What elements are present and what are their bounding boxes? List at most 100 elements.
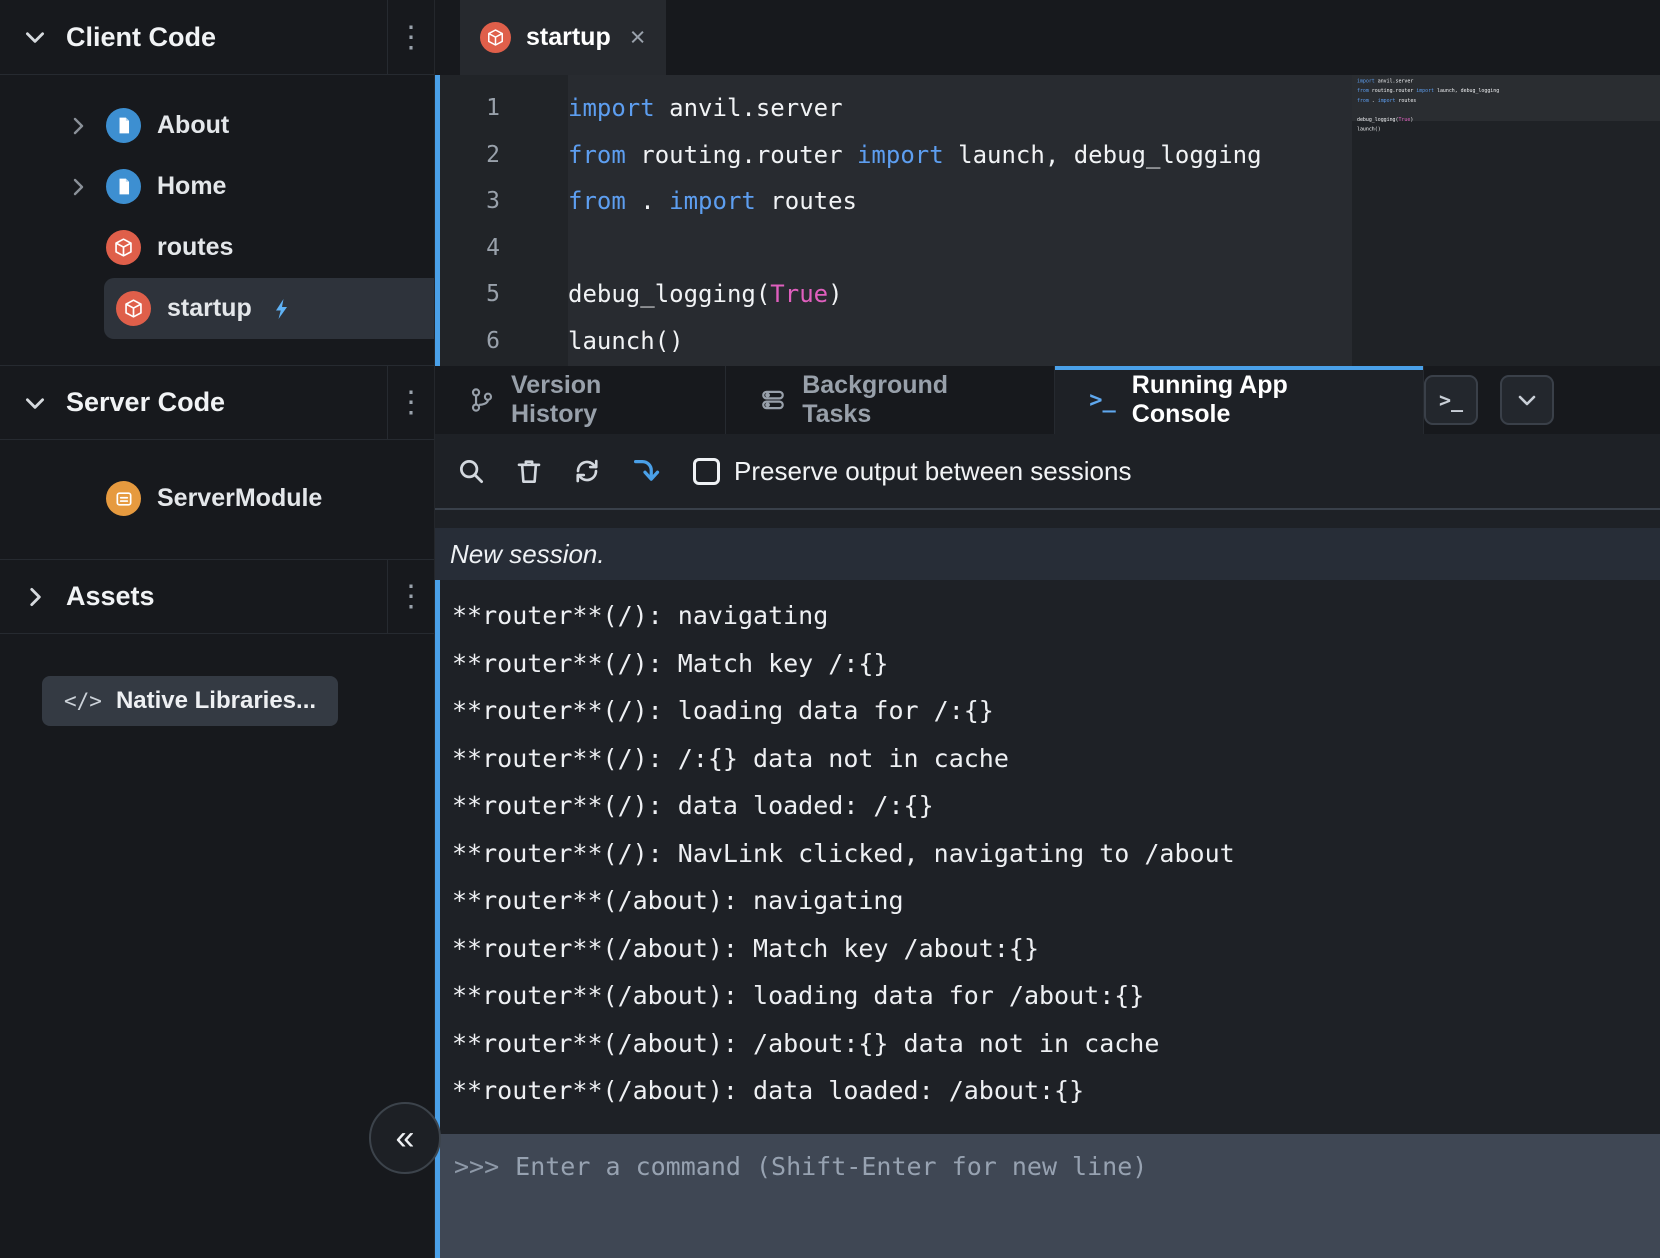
refresh-button[interactable] — [565, 449, 609, 493]
close-tab-icon[interactable]: × — [630, 24, 646, 51]
clear-output-button[interactable] — [507, 449, 551, 493]
bottom-panel-tabs: Version History Background Tasks >_ Runn… — [435, 366, 1660, 434]
anvil-ide: Client Code ⋮ About Home — [0, 0, 1660, 1258]
section-header-assets[interactable]: Assets ⋮ — [0, 559, 434, 634]
console-line: **router**(/about): data loaded: /about:… — [452, 1067, 1660, 1115]
sidebar: Client Code ⋮ About Home — [0, 0, 435, 1258]
console-line: **router**(/): navigating — [452, 592, 1660, 640]
form-icon — [106, 169, 141, 204]
console-line: **router**(/about): navigating — [452, 877, 1660, 925]
code-icon: </> — [64, 689, 102, 713]
native-libraries-button[interactable]: </> Native Libraries... — [42, 676, 338, 726]
line-number: 6 — [440, 328, 568, 354]
session-divider: New session. — [435, 528, 1660, 580]
minimap-line: launch() — [1357, 126, 1656, 136]
line-number: 1 — [440, 95, 568, 121]
form-icon — [106, 108, 141, 143]
chevron-right-icon[interactable] — [66, 175, 106, 199]
collapse-panel-button[interactable] — [1500, 375, 1554, 425]
tab-version-history[interactable]: Version History — [435, 366, 726, 434]
tree-item-label: routes — [157, 233, 233, 262]
line-number: 4 — [440, 235, 568, 261]
collapse-icon: « — [396, 1119, 415, 1158]
tab-label: Version History — [511, 371, 691, 429]
chevron-down-icon[interactable] — [22, 390, 48, 416]
chevron-down-icon — [1515, 388, 1539, 412]
command-input[interactable] — [515, 1147, 1660, 1187]
kebab-menu-icon[interactable]: ⋮ — [387, 366, 434, 439]
console-output[interactable]: **router**(/): navigating**router**(/): … — [435, 580, 1660, 1134]
console-line: **router**(/about): loading data for /ab… — [452, 972, 1660, 1020]
tab-startup[interactable]: startup × — [460, 0, 666, 75]
panel-actions: >_ — [1424, 366, 1660, 434]
code-text: debug_logging(True) — [568, 280, 843, 308]
module-icon — [106, 230, 141, 265]
code-text: launch() — [568, 327, 684, 355]
scroll-to-bottom-button[interactable] — [623, 449, 667, 493]
module-icon — [480, 22, 511, 53]
editor-tabbar: startup × — [435, 0, 1660, 75]
tree-item-startup[interactable]: startup — [104, 278, 434, 339]
tab-label: Running App Console — [1132, 371, 1389, 429]
minimap-line: from routing.router import launch, debug… — [1357, 88, 1656, 98]
console-body: New session. **router**(/): navigating**… — [435, 510, 1660, 1258]
console-input-row: >>> — [435, 1134, 1660, 1258]
console-line: **router**(/): data loaded: /:{} — [452, 782, 1660, 830]
tree-item-label: Home — [157, 172, 226, 201]
kebab-menu-icon[interactable]: ⋮ — [387, 0, 434, 74]
native-libraries-label: Native Libraries... — [116, 687, 316, 715]
tasks-icon — [760, 387, 786, 413]
server-code-tree: ServerModule — [0, 440, 434, 559]
main-area: startup × 1import anvil.server2from rout… — [435, 0, 1660, 1258]
terminal-icon: >_ — [1439, 388, 1463, 412]
startup-bolt-icon — [270, 297, 294, 321]
collapse-sidebar-button[interactable]: « — [369, 1102, 441, 1174]
minimap-line: debug_logging(True) — [1357, 117, 1656, 127]
server-module-icon — [106, 481, 141, 516]
preserve-output-label: Preserve output between sessions — [734, 456, 1131, 487]
tree-item-routes[interactable]: routes — [0, 217, 434, 278]
tree-item-label: ServerModule — [157, 484, 322, 513]
tab-label: Background Tasks — [802, 371, 1020, 429]
minimap-code: import anvil.serverfrom routing.router i… — [1357, 78, 1656, 136]
console-prompt-icon: >_ — [1089, 388, 1116, 413]
line-number: 5 — [440, 281, 568, 307]
section-header-server-code[interactable]: Server Code ⋮ — [0, 365, 434, 440]
prompt-label: >>> — [454, 1147, 499, 1187]
kebab-menu-icon[interactable]: ⋮ — [387, 560, 434, 633]
minimap[interactable]: import anvil.serverfrom routing.router i… — [1352, 75, 1660, 366]
console-toolbar: Preserve output between sessions — [435, 434, 1660, 510]
section-header-client-code[interactable]: Client Code ⋮ — [0, 0, 434, 75]
console-line: **router**(/about): Match key /about:{} — [452, 925, 1660, 973]
section-title: Client Code — [66, 22, 216, 53]
module-icon — [116, 291, 151, 326]
console-line: **router**(/): Match key /:{} — [452, 640, 1660, 688]
tree-item-home[interactable]: Home — [0, 156, 434, 217]
console-line: **router**(/): /:{} data not in cache — [452, 735, 1660, 783]
line-number: 2 — [440, 142, 568, 168]
tab-running-app-console[interactable]: >_ Running App Console — [1055, 366, 1424, 434]
tree-item-label: startup — [167, 294, 252, 323]
branch-icon — [469, 387, 495, 413]
tree-item-about[interactable]: About — [0, 95, 434, 156]
tree-item-label: About — [157, 111, 229, 140]
chevron-right-icon[interactable] — [66, 114, 106, 138]
minimap-line: import anvil.server — [1357, 78, 1656, 88]
search-button[interactable] — [449, 449, 493, 493]
chevron-down-icon[interactable] — [22, 24, 48, 50]
chevron-right-icon[interactable] — [22, 584, 48, 610]
tab-title: startup — [526, 23, 611, 52]
console-line: **router**(/): NavLink clicked, navigati… — [452, 830, 1660, 878]
code-text: import anvil.server — [568, 94, 843, 122]
minimap-line — [1357, 107, 1656, 117]
line-number: 3 — [440, 188, 568, 214]
minimap-line: from . import routes — [1357, 97, 1656, 107]
open-terminal-button[interactable]: >_ — [1424, 375, 1478, 425]
section-title: Server Code — [66, 387, 225, 418]
preserve-output-checkbox[interactable] — [693, 458, 720, 485]
code-editor[interactable]: 1import anvil.server2from routing.router… — [435, 75, 1660, 366]
code-text: from . import routes — [568, 187, 857, 215]
tab-background-tasks[interactable]: Background Tasks — [726, 366, 1055, 434]
tree-item-servermodule[interactable]: ServerModule — [0, 468, 434, 529]
client-code-tree: About Home routes — [0, 75, 434, 365]
